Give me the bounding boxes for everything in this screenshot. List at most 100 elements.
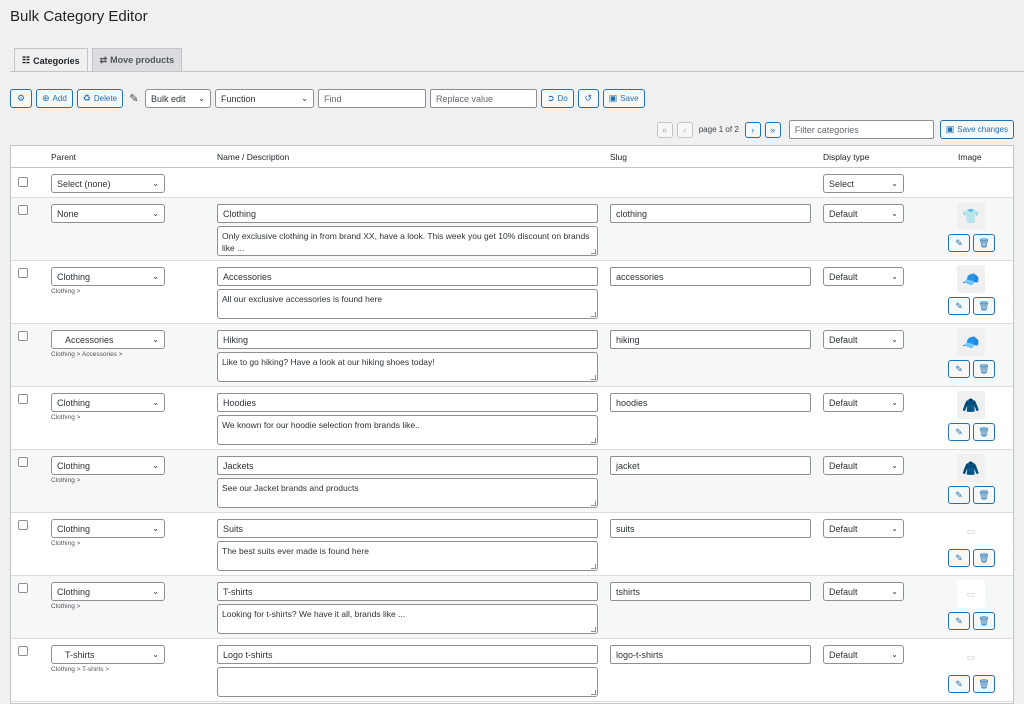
slug-input[interactable]: hiking [610,330,811,349]
delete-image-button[interactable]: 🗑 [973,549,995,567]
column-image: Image [958,152,982,162]
parent-select[interactable]: Clothing ⌄ [51,393,165,412]
category-name-input[interactable]: Clothing [217,204,598,223]
chevron-down-icon: ⌄ [891,461,898,470]
trash-icon: 🗑 [978,678,990,689]
display-type-select[interactable]: Default ⌄ [823,519,904,538]
row-checkbox[interactable] [18,520,28,530]
bulk-edit-select[interactable]: Bulk edit ⌄ [144,89,211,108]
row-checkbox[interactable] [18,205,28,215]
row-checkbox[interactable] [18,268,28,278]
bulk-edit-value: Bulk edit [150,93,186,104]
edit-image-button[interactable]: ✎ [948,486,970,504]
settings-button[interactable]: ⚙ [10,89,32,108]
category-description-textarea[interactable]: We known for our hoodie selection from b… [217,415,598,445]
display-type-select[interactable]: Default ⌄ [823,204,904,223]
edit-image-button[interactable]: ✎ [948,360,970,378]
edit-image-button[interactable]: ✎ [948,423,970,441]
category-description-textarea[interactable]: See our Jacket brands and products [217,478,598,508]
category-name-input[interactable]: Accessories [217,267,598,286]
edit-image-button[interactable]: ✎ [948,297,970,315]
edit-icon: ✎ [955,237,963,248]
slug-input[interactable]: hoodies [610,393,811,412]
prev-page-button[interactable]: ‹ [676,121,693,138]
category-description-textarea[interactable] [217,667,598,697]
last-page-button[interactable]: » [764,121,781,138]
display-type-select[interactable]: Default ⌄ [823,456,904,475]
tab-move-products[interactable]: ⇄ Move products [91,48,183,71]
chevron-down-icon: ⌄ [301,94,308,103]
category-description-textarea[interactable]: Only exclusive clothing in from brand XX… [217,226,598,256]
function-select[interactable]: Function ⌄ [214,89,314,108]
row-checkbox[interactable] [18,583,28,593]
edit-image-button[interactable]: ✎ [948,612,970,630]
slug-input[interactable]: tshirts [610,582,811,601]
category-description-textarea[interactable]: Looking for t-shirts? We have it all, br… [217,604,598,634]
category-name-input[interactable]: Jackets [217,456,598,475]
delete-image-button[interactable]: 🗑 [973,486,995,504]
row-checkbox[interactable] [18,457,28,467]
display-type-select[interactable]: Default ⌄ [823,582,904,601]
replace-value-input[interactable]: Replace value [429,89,537,108]
display-type-filter-select[interactable]: Select ⌄ [823,174,904,193]
hoodie-icon: 🧥 [957,454,985,482]
plus-circle-icon: ⊕ [42,93,50,103]
category-name-input[interactable]: Logo t-shirts [217,645,598,664]
save-button[interactable]: ▣ Save [602,89,645,108]
parent-select[interactable]: Clothing ⌄ [51,456,165,475]
display-type-select[interactable]: Default ⌄ [823,330,904,349]
table-row: T-shirts ⌄ Clothing > T-shirts > Logo t-… [11,639,1013,702]
filter-categories-input[interactable]: Filter categories [788,120,934,139]
delete-image-button[interactable]: 🗑 [973,675,995,693]
display-type-select[interactable]: Default ⌄ [823,393,904,412]
parent-filter-select[interactable]: Select (none) ⌄ [51,174,165,193]
slug-input[interactable]: logo-t-shirts [610,645,811,664]
row-checkbox[interactable] [18,331,28,341]
delete-image-button[interactable]: 🗑 [973,423,995,441]
delete-button[interactable]: ♻ Delete [76,89,123,108]
filter-row: Select (none) ⌄ Select ⌄ [11,168,1013,198]
category-name-input[interactable]: Hiking [217,330,598,349]
category-description-textarea[interactable]: Like to go hiking? Have a look at our hi… [217,352,598,382]
parent-select[interactable]: None ⌄ [51,204,165,223]
parent-select[interactable]: Clothing ⌄ [51,519,165,538]
parent-select[interactable]: Clothing ⌄ [51,267,165,286]
chevron-down-icon: ⌄ [152,587,159,596]
parent-select[interactable]: Accessories ⌄ [51,330,165,349]
parent-select[interactable]: Clothing ⌄ [51,582,165,601]
slug-input[interactable]: clothing [610,204,811,223]
hoodie-icon: 🧥 [957,391,985,419]
category-description-textarea[interactable]: All our exclusive accessories is found h… [217,289,598,319]
add-button[interactable]: ⊕ Add [36,89,73,108]
next-page-button[interactable]: › [744,121,761,138]
first-page-button[interactable]: « [656,121,673,138]
delete-image-button[interactable]: 🗑 [973,297,995,315]
display-type-select[interactable]: Default ⌄ [823,267,904,286]
edit-image-button[interactable]: ✎ [948,234,970,252]
slug-input[interactable]: suits [610,519,811,538]
row-checkbox[interactable] [18,646,28,656]
slug-input[interactable]: accessories [610,267,811,286]
row-checkbox[interactable] [18,394,28,404]
tab-categories[interactable]: ☷ Categories [14,48,88,72]
edit-icon: ✎ [129,93,139,105]
delete-image-button[interactable]: 🗑 [973,360,995,378]
display-type-select[interactable]: Default ⌄ [823,645,904,664]
save-changes-button[interactable]: ▣ Save changes [939,120,1014,139]
slug-input[interactable]: jacket [610,456,811,475]
select-all-checkbox[interactable] [18,177,28,187]
do-button[interactable]: ➲ Do [540,89,574,108]
delete-image-button[interactable]: 🗑 [973,612,995,630]
category-description-textarea[interactable]: The best suits ever made is found here [217,541,598,571]
undo-button[interactable]: ↺ [577,89,599,108]
category-name-input[interactable]: Hoodies [217,393,598,412]
parent-value: Accessories [65,334,114,345]
parent-select[interactable]: T-shirts ⌄ [51,645,165,664]
find-input[interactable]: Find [317,89,426,108]
recycle-icon: ♻ [82,93,91,103]
category-name-input[interactable]: T-shirts [217,582,598,601]
edit-image-button[interactable]: ✎ [948,675,970,693]
edit-image-button[interactable]: ✎ [948,549,970,567]
category-name-input[interactable]: Suits [217,519,598,538]
delete-image-button[interactable]: 🗑 [973,234,995,252]
